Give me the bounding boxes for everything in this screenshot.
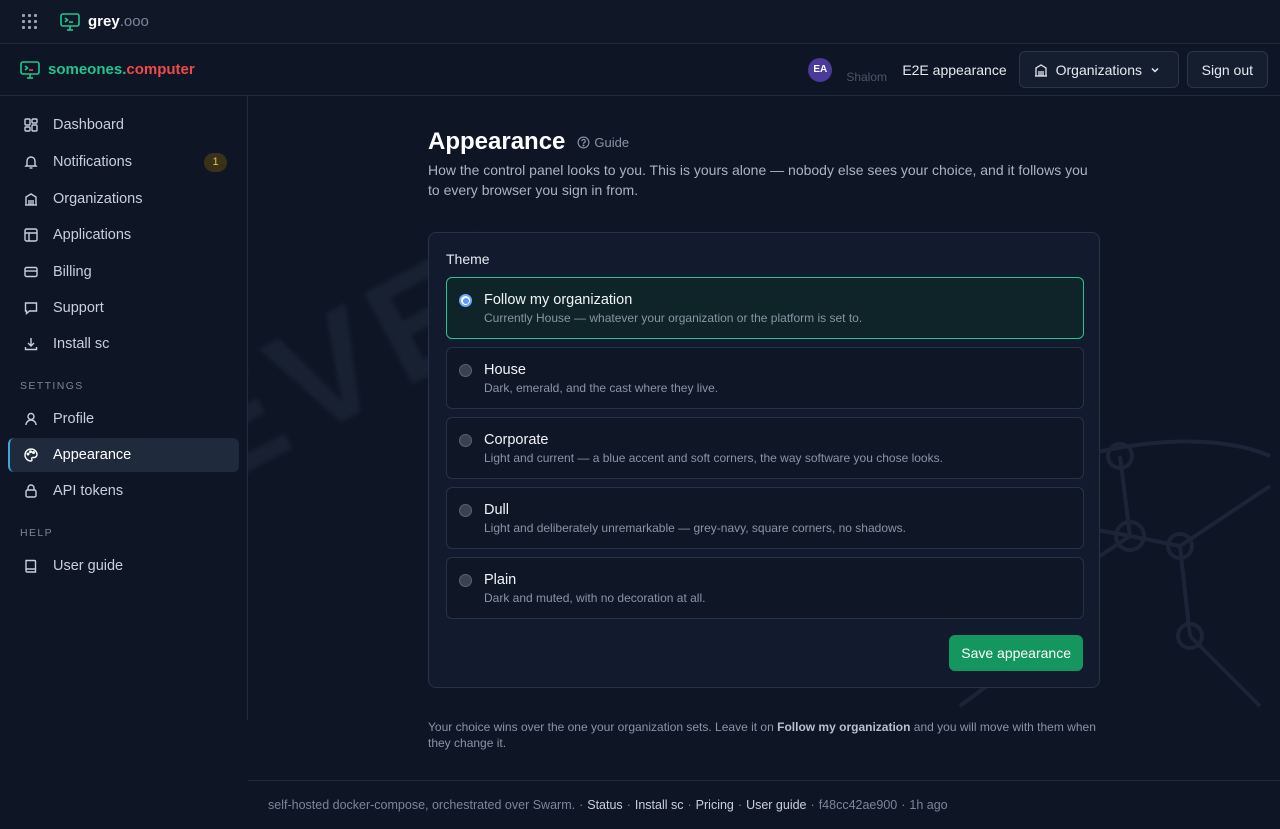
sidebar-item-label: Install sc bbox=[53, 336, 110, 352]
app-brand-name: someones.computer bbox=[48, 61, 195, 78]
top-bar: grey.ooo bbox=[0, 0, 1280, 44]
user-icon bbox=[25, 412, 37, 426]
palette-icon bbox=[24, 448, 38, 462]
sidebar-section-help: HELP bbox=[20, 527, 54, 539]
sidebar-item-label: Profile bbox=[53, 411, 95, 427]
guide-link[interactable]: Guide bbox=[577, 135, 629, 150]
building-icon bbox=[25, 193, 37, 206]
chat-bubble-icon bbox=[24, 302, 38, 315]
page-title-row: Appearance Guide bbox=[428, 128, 629, 156]
book-icon bbox=[25, 559, 37, 573]
sidebar-item-label: User guide bbox=[53, 558, 124, 574]
theme-option-description: Currently House — whatever your organiza… bbox=[484, 311, 863, 325]
theme-radio[interactable] bbox=[459, 294, 472, 307]
theme-radio[interactable] bbox=[459, 574, 472, 587]
sidebar-item-label: Appearance bbox=[53, 447, 132, 463]
layout-icon bbox=[24, 228, 38, 242]
user-subtitle: Shalom bbox=[846, 69, 887, 84]
theme-option-plain[interactable]: Plain Dark and muted, with no decoration… bbox=[446, 557, 1084, 619]
guide-label: Guide bbox=[594, 134, 630, 150]
sidebar-item-billing[interactable]: Billing bbox=[8, 255, 239, 289]
header-actions: EA Shalom E2E appearance Organizations S… bbox=[808, 51, 1268, 88]
top-brand[interactable]: grey.ooo bbox=[60, 12, 149, 31]
download-icon bbox=[24, 338, 38, 351]
sidebar-item-profile[interactable]: Profile bbox=[8, 402, 239, 436]
note-emphasis: Follow my organization bbox=[777, 720, 911, 734]
organizations-label: Organizations bbox=[1055, 61, 1143, 78]
footer-link-status[interactable]: Status bbox=[587, 798, 622, 812]
notification-count-badge: 1 bbox=[204, 152, 227, 172]
theme-option-dull[interactable]: Dull Light and deliberately unremarkable… bbox=[446, 487, 1084, 549]
footer-commit: f48cc42ae900 bbox=[818, 798, 898, 812]
user-name: E2E appearance bbox=[902, 61, 1007, 78]
building-icon bbox=[1034, 63, 1047, 77]
lock-icon bbox=[25, 484, 37, 498]
sidebar-item-organizations[interactable]: Organizations bbox=[8, 182, 239, 216]
sidebar-item-api-tokens[interactable]: API tokens bbox=[8, 474, 239, 508]
theme-option-title: House bbox=[484, 362, 526, 378]
sidebar-item-appearance[interactable]: Appearance bbox=[8, 438, 239, 472]
theme-radio[interactable] bbox=[459, 434, 472, 447]
theme-radio[interactable] bbox=[459, 364, 472, 377]
terminal-monitor-icon bbox=[60, 12, 80, 31]
theme-option-corporate[interactable]: Corporate Light and current — a blue acc… bbox=[446, 417, 1084, 479]
theme-option-title: Follow my organization bbox=[484, 292, 633, 308]
theme-label: Theme bbox=[446, 251, 490, 267]
theme-option-title: Plain bbox=[484, 572, 517, 588]
theme-option-description: Dark, emerald, and the cast where they l… bbox=[484, 381, 719, 395]
terminal-monitor-icon bbox=[20, 60, 40, 79]
sidebar-item-label: Applications bbox=[53, 227, 132, 243]
save-appearance-button[interactable]: Save appearance bbox=[949, 635, 1083, 671]
theme-option-title: Dull bbox=[484, 502, 509, 518]
sidebar-item-label: Organizations bbox=[53, 191, 143, 207]
avatar[interactable]: EA bbox=[808, 57, 833, 82]
sign-out-button[interactable]: Sign out bbox=[1186, 51, 1268, 88]
apps-grid-icon[interactable] bbox=[22, 13, 38, 30]
sidebar-item-dashboard[interactable]: Dashboard bbox=[8, 108, 239, 142]
footer-link-install-sc[interactable]: Install sc bbox=[635, 798, 684, 812]
footer: self-hosted docker-compose, orchestrated… bbox=[248, 780, 1280, 829]
chevron-down-icon bbox=[1151, 67, 1159, 73]
theme-option-description: Light and current — a blue accent and so… bbox=[484, 451, 943, 465]
sidebar-item-notifications[interactable]: Notifications 1 bbox=[8, 145, 239, 179]
sidebar-item-label: Support bbox=[53, 300, 104, 316]
precedence-note: Your choice wins over the one your organ… bbox=[428, 720, 1096, 750]
theme-option-house[interactable]: House Dark, emerald, and the cast where … bbox=[446, 347, 1084, 409]
sidebar: Dashboard Notifications 1 Organizations … bbox=[0, 96, 248, 720]
credit-card-icon bbox=[24, 266, 38, 278]
theme-radio[interactable] bbox=[459, 504, 472, 517]
page-description: How the control panel looks to you. This… bbox=[428, 162, 1088, 198]
app-brand[interactable]: someones.computer bbox=[20, 60, 195, 79]
help-circle-icon bbox=[577, 136, 590, 148]
sidebar-item-label: API tokens bbox=[53, 483, 124, 499]
sidebar-section-settings: SETTINGS bbox=[20, 380, 84, 392]
page-title: Appearance bbox=[428, 128, 566, 155]
sidebar-item-label: Billing bbox=[53, 264, 92, 280]
organizations-dropdown[interactable]: Organizations bbox=[1018, 51, 1179, 88]
theme-option-title: Corporate bbox=[484, 432, 549, 448]
sidebar-item-support[interactable]: Support bbox=[8, 291, 239, 325]
top-brand-name: grey.ooo bbox=[88, 13, 149, 30]
sidebar-item-user-guide[interactable]: User guide bbox=[8, 549, 239, 583]
footer-link-user-guide[interactable]: User guide bbox=[746, 798, 806, 812]
theme-option-follow-organization[interactable]: Follow my organization Currently House —… bbox=[446, 277, 1084, 339]
bell-icon bbox=[24, 156, 38, 169]
app-header: someones.computer EA Shalom E2E appearan… bbox=[0, 44, 1280, 96]
sidebar-item-label: Notifications bbox=[53, 154, 132, 170]
sidebar-item-label: Dashboard bbox=[53, 117, 124, 133]
theme-card: Theme Follow my organization Currently H… bbox=[428, 232, 1100, 688]
sidebar-item-applications[interactable]: Applications bbox=[8, 218, 239, 252]
dashboard-icon bbox=[24, 118, 38, 132]
footer-text: self-hosted docker-compose, orchestrated… bbox=[268, 798, 576, 812]
footer-age: 1h ago bbox=[909, 798, 948, 812]
footer-link-pricing[interactable]: Pricing bbox=[696, 798, 734, 812]
theme-option-description: Light and deliberately unremarkable — gr… bbox=[484, 521, 907, 535]
theme-option-description: Dark and muted, with no decoration at al… bbox=[484, 591, 706, 605]
sidebar-item-install-sc[interactable]: Install sc bbox=[8, 327, 239, 361]
